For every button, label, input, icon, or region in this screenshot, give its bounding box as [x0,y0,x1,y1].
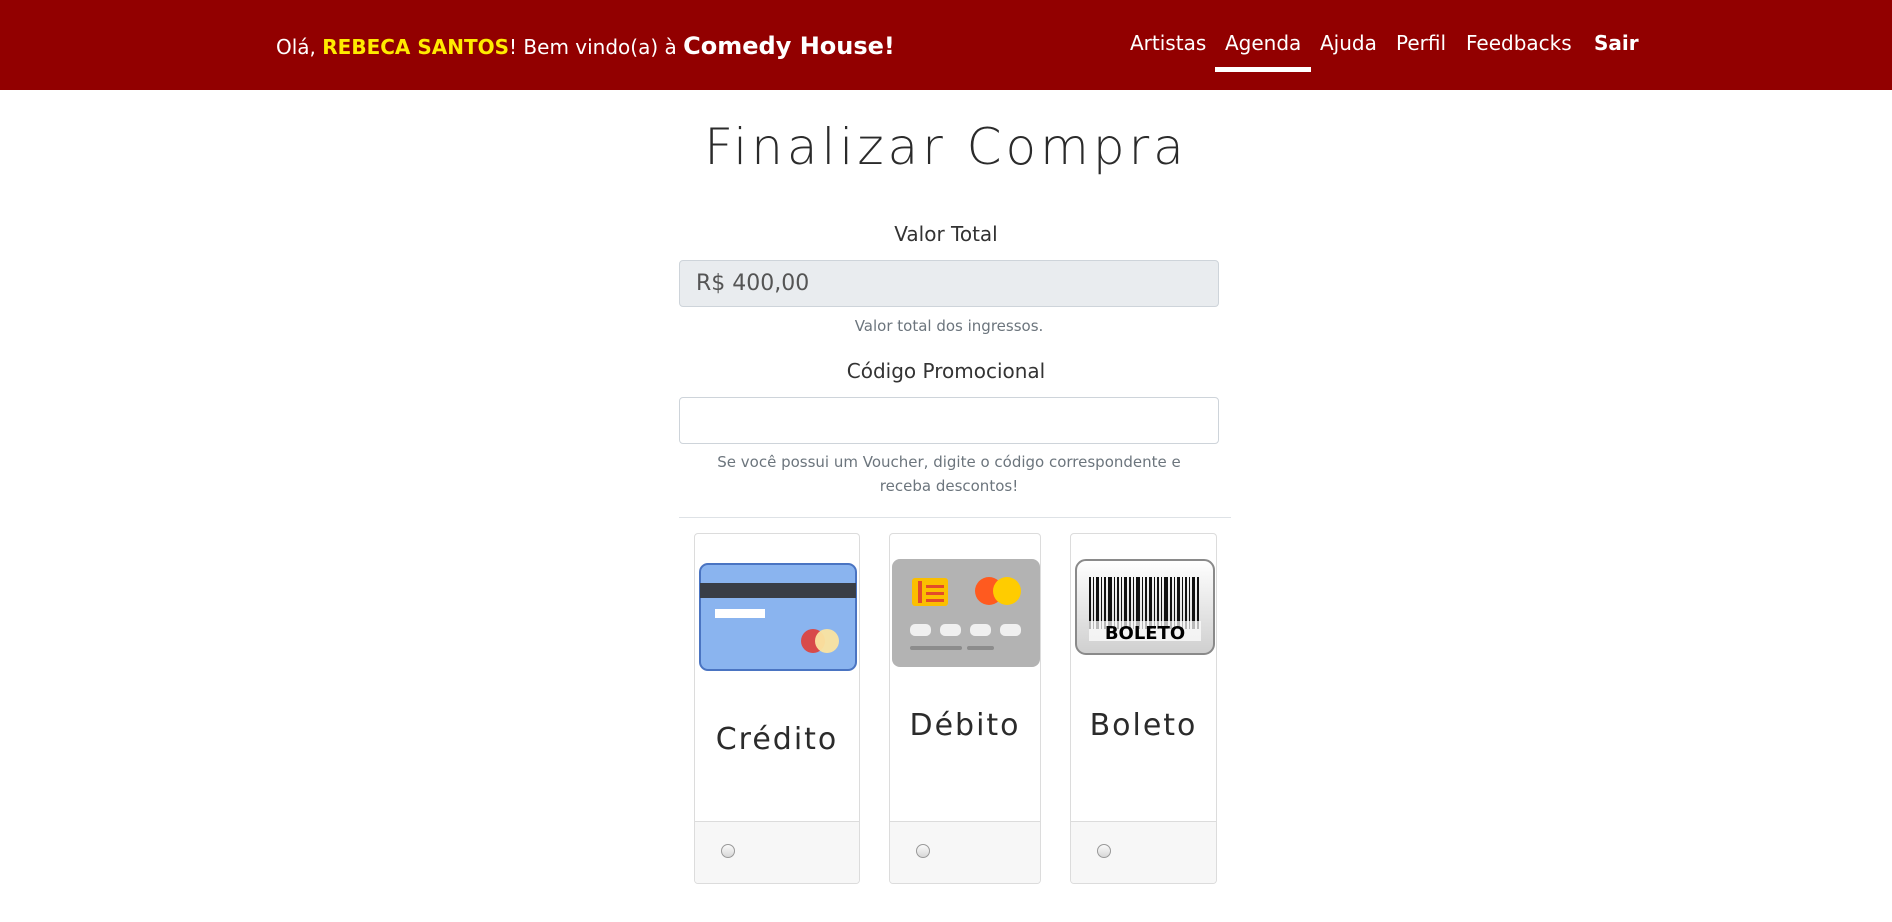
brand-name: Comedy House! [683,32,895,60]
radio-debito[interactable] [916,844,930,858]
nav-feedbacks[interactable]: Feedbacks [1466,26,1572,60]
nav-sair[interactable]: Sair [1594,26,1639,60]
greeting: Olá, REBECA SANTOS! Bem vindo(a) à Comed… [276,30,895,62]
total-value-field [679,260,1219,307]
payment-label-boleto: Boleto [1089,708,1198,743]
debit-card-icon [892,559,1040,667]
nav-agenda[interactable]: Agenda [1225,26,1301,60]
barcode-icon: BOLETO [1075,559,1215,655]
payment-card-debito[interactable]: Débito [889,533,1041,884]
barcode-icon-text: BOLETO [1105,623,1185,644]
page-title: Finalizar Compra [704,118,1188,176]
nav-artistas[interactable]: Artistas [1130,26,1206,60]
form-divider [679,517,1231,518]
nav-ajuda[interactable]: Ajuda [1320,26,1377,60]
active-nav-indicator [1215,67,1311,72]
card-footer [1071,821,1216,883]
payment-label-debito: Débito [909,708,1021,743]
radio-credito[interactable] [721,844,735,858]
card-footer [890,821,1040,883]
promo-code-input[interactable] [679,397,1219,444]
payment-label-credito: Crédito [715,722,839,757]
greeting-prefix: Olá, [276,35,323,59]
card-footer [695,821,859,883]
radio-boleto[interactable] [1097,844,1111,858]
promo-label: Código Promocional [846,359,1046,383]
greeting-middle: ! Bem vindo(a) à [509,35,684,59]
total-help-text: Valor total dos ingressos. [854,317,1044,335]
nav-perfil[interactable]: Perfil [1396,26,1446,60]
user-name: REBECA SANTOS [322,35,510,59]
top-navbar: Olá, REBECA SANTOS! Bem vindo(a) à Comed… [0,0,1892,90]
credit-card-icon [699,563,857,671]
promo-help-text: Se você possui um Voucher, digite o códi… [717,453,1181,495]
payment-card-boleto[interactable]: BOLETO Boleto [1070,533,1217,884]
payment-card-credito[interactable]: Crédito [694,533,860,884]
total-label: Valor Total [894,222,998,246]
